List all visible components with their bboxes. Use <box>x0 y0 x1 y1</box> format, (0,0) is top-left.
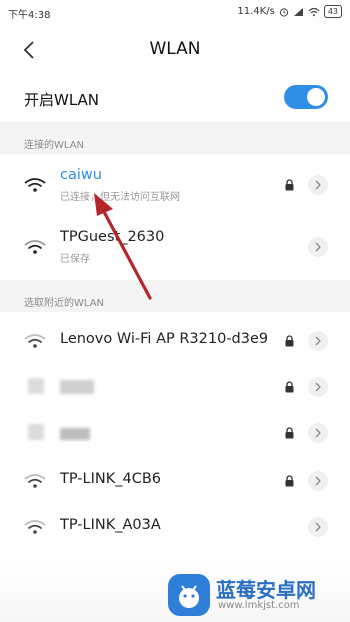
network-status: 已保存 <box>60 254 90 265</box>
wifi-icon <box>24 334 46 348</box>
signal-icon <box>293 7 303 16</box>
network-row-obscured[interactable] <box>0 364 350 410</box>
network-name: TP-LINK_4CB6 <box>60 471 161 487</box>
battery-indicator: 43 <box>323 5 342 18</box>
network-row-obscured[interactable] <box>0 410 350 456</box>
obscured-network-name <box>60 428 90 440</box>
status-icons: 11.4K/s 43 <box>237 5 342 18</box>
network-details-button[interactable] <box>308 423 328 443</box>
section-divider <box>0 122 350 130</box>
wlan-toggle-switch[interactable] <box>284 85 328 109</box>
status-time: 下午4:38 <box>8 10 51 21</box>
wifi-icon <box>24 240 46 254</box>
wifi-icon <box>24 474 46 488</box>
chevron-right-icon <box>315 382 321 392</box>
watermark-url: www.lmkjst.com <box>218 600 300 611</box>
network-name: caiwu <box>60 167 102 183</box>
obscured-icon <box>28 378 44 394</box>
network-row-nearby[interactable]: TP-LINK_4CB6 <box>0 458 350 504</box>
network-details-button[interactable] <box>308 175 328 195</box>
network-details-button[interactable] <box>308 237 328 257</box>
network-row-nearby[interactable]: Lenovo Wi-Fi AP R3210-d3e9 <box>0 318 350 364</box>
wifi-status-icon <box>308 7 320 16</box>
nearby-section-label: 选取附近的WLAN <box>0 288 350 312</box>
lock-icon <box>285 381 294 393</box>
chevron-right-icon <box>315 242 321 252</box>
page-title: WLAN <box>149 39 201 59</box>
lock-icon <box>285 335 294 347</box>
connected-section-title: 连接的WLAN <box>24 140 85 151</box>
chevron-right-icon <box>315 428 321 438</box>
network-row-saved[interactable]: TPGuest_2630 已保存 <box>0 224 350 270</box>
alarm-icon <box>279 7 288 17</box>
network-status: 已连接，但无法访问互联网 <box>60 192 180 203</box>
chevron-right-icon <box>315 336 321 346</box>
wifi-icon <box>24 520 46 534</box>
connected-section-label: 连接的WLAN <box>0 130 350 154</box>
toggle-knob <box>307 88 325 106</box>
network-name: Lenovo Wi-Fi AP R3210-d3e9 <box>60 331 269 347</box>
nearby-section-title: 选取附近的WLAN <box>24 298 105 309</box>
obscured-network-name <box>60 380 94 394</box>
wlan-toggle-row: 开启WLAN <box>0 72 350 122</box>
lock-icon <box>285 427 294 439</box>
network-row-connected[interactable]: caiwu 已连接，但无法访问互联网 <box>0 162 350 208</box>
network-name: TPGuest_2630 <box>60 229 165 245</box>
network-details-button[interactable] <box>308 331 328 351</box>
obscured-icon <box>28 424 44 440</box>
network-details-button[interactable] <box>308 517 328 537</box>
network-details-button[interactable] <box>308 377 328 397</box>
network-name: TP-LINK_A03A <box>60 517 161 533</box>
wlan-toggle-label: 开启WLAN <box>24 91 100 109</box>
page-header: WLAN <box>0 28 350 72</box>
wifi-icon <box>24 178 46 192</box>
network-details-button[interactable] <box>308 471 328 491</box>
lock-icon <box>285 179 294 191</box>
chevron-right-icon <box>315 522 321 532</box>
network-row-nearby[interactable]: TP-LINK_A03A <box>0 504 350 550</box>
status-bar: 下午4:38 11.4K/s 43 <box>0 0 350 24</box>
watermark-title: 蓝莓安卓网 <box>216 578 316 602</box>
site-watermark: 蓝莓安卓网 www.lmkjst.com <box>168 574 348 618</box>
network-speed: 11.4K/s <box>237 6 275 17</box>
section-divider <box>0 280 350 288</box>
chevron-right-icon <box>315 476 321 486</box>
lock-icon <box>285 475 294 487</box>
chevron-right-icon <box>315 180 321 190</box>
watermark-logo-icon <box>168 574 210 616</box>
